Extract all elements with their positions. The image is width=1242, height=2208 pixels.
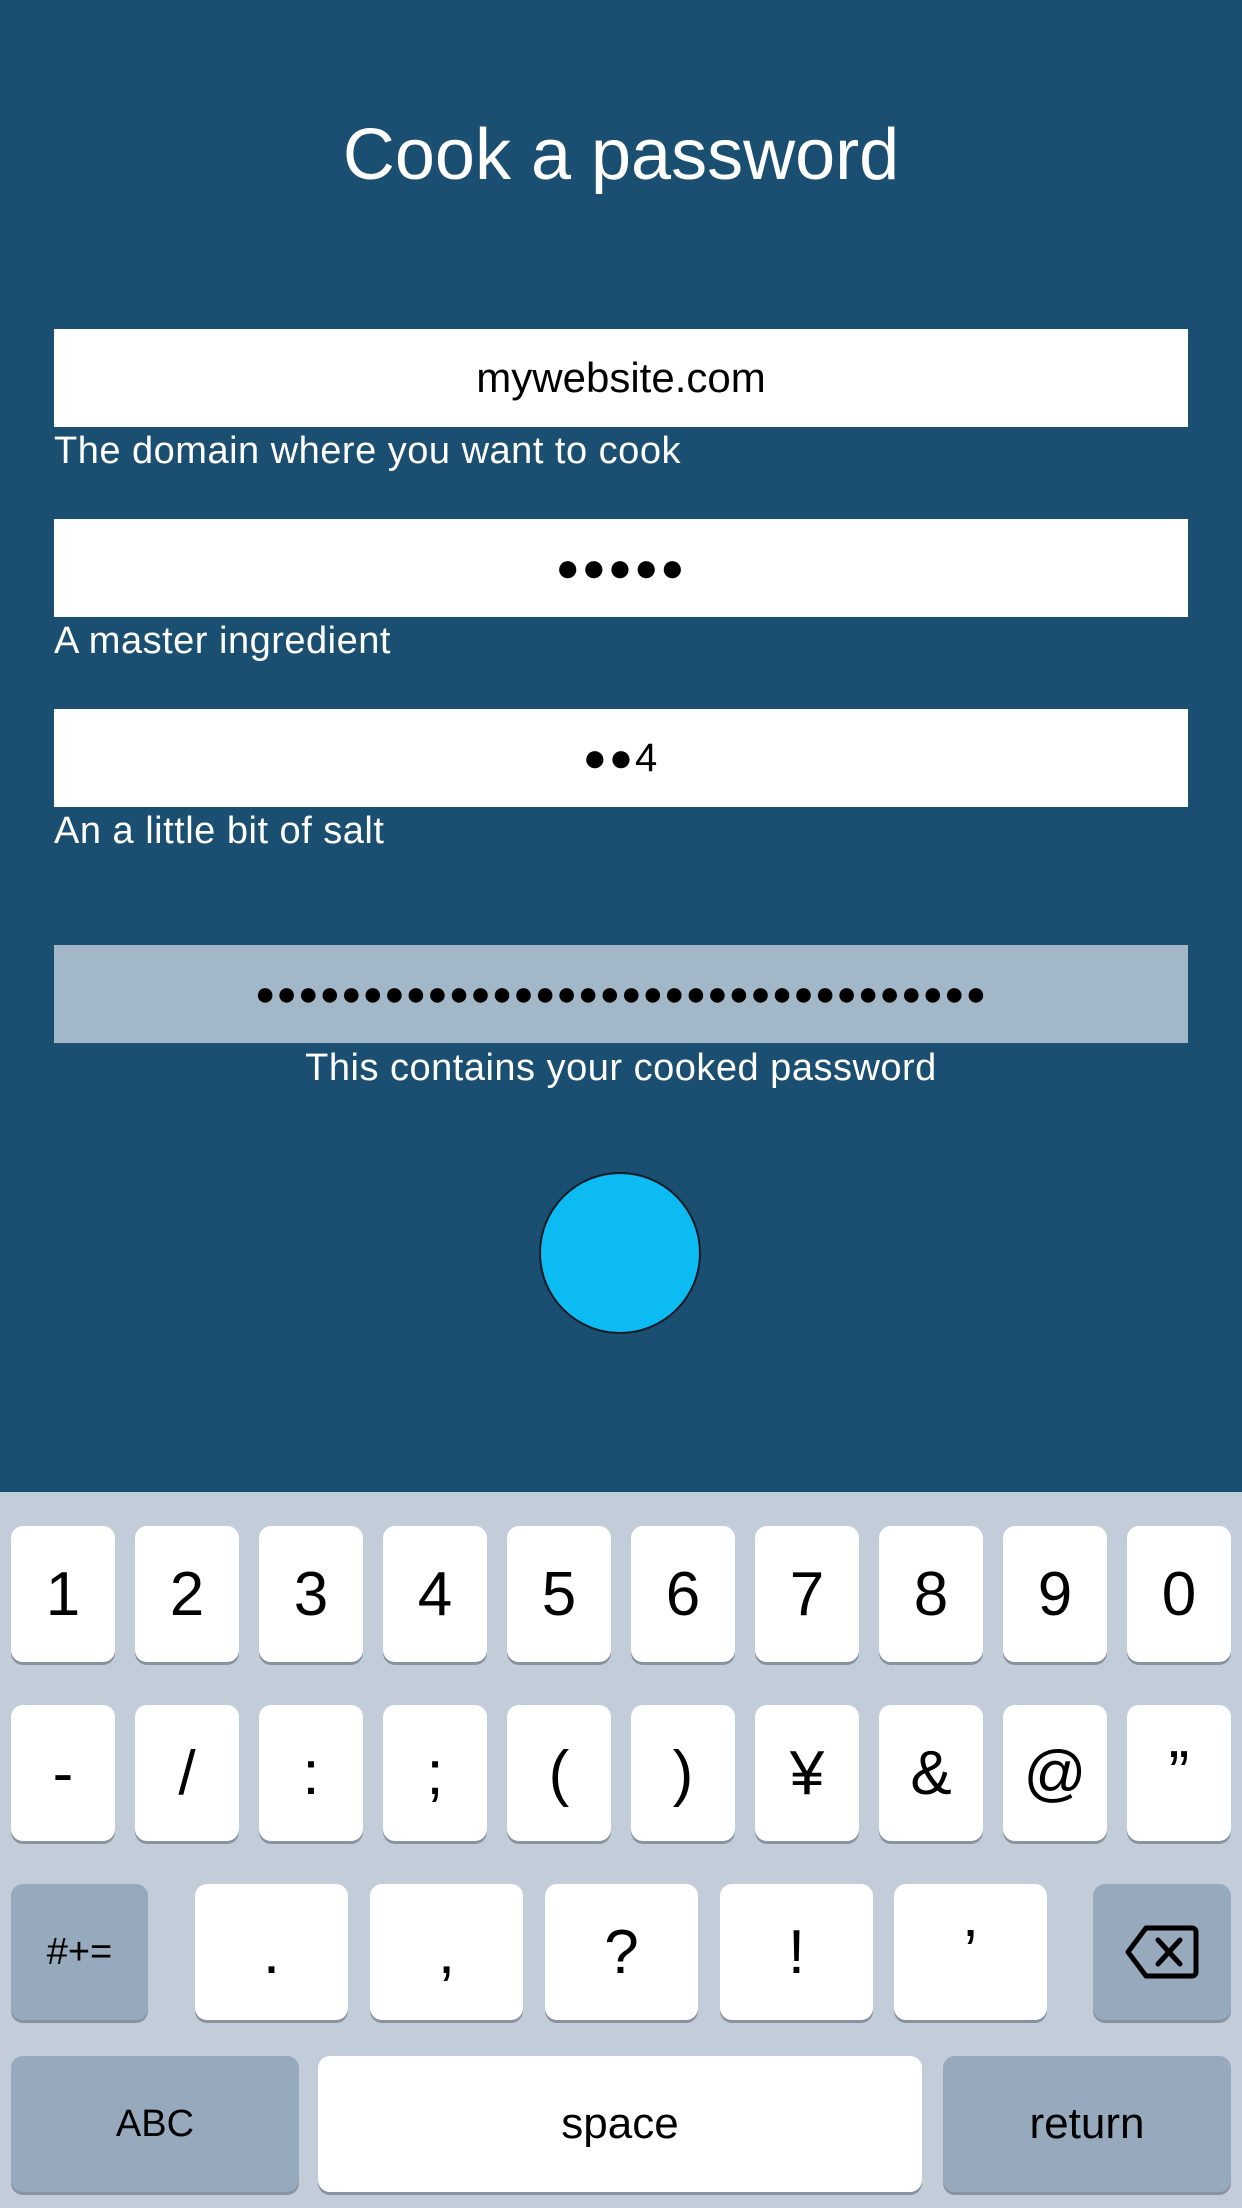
key-comma[interactable]: , (370, 1884, 523, 2020)
key-open-paren[interactable]: ( (507, 1705, 611, 1841)
domain-hint: The domain where you want to cook (54, 430, 681, 472)
key-at[interactable]: @ (1003, 1705, 1107, 1841)
key-4[interactable]: 4 (383, 1526, 487, 1662)
salt-hint: An a little bit of salt (54, 810, 385, 852)
keyboard: 1 2 3 4 5 6 7 8 9 0 - / : ; ( ) ¥ & @ ” … (0, 1492, 1242, 2208)
key-yen[interactable]: ¥ (755, 1705, 859, 1841)
key-quote[interactable]: ” (1127, 1705, 1231, 1841)
key-abc[interactable]: ABC (11, 2056, 299, 2192)
space-key[interactable]: space (318, 2056, 922, 2192)
key-9[interactable]: 9 (1003, 1526, 1107, 1662)
key-period[interactable]: . (195, 1884, 348, 2020)
key-close-paren[interactable]: ) (631, 1705, 735, 1841)
key-6[interactable]: 6 (631, 1526, 735, 1662)
key-colon[interactable]: : (259, 1705, 363, 1841)
key-dash[interactable]: - (11, 1705, 115, 1841)
cooked-password-hint: This contains your cooked password (305, 1047, 937, 1089)
master-ingredient-input[interactable]: ●●●●● (54, 519, 1188, 617)
return-key[interactable]: return (943, 2056, 1231, 2192)
salt-input[interactable]: ●●4 (54, 709, 1188, 807)
domain-input[interactable]: mywebsite.com (54, 329, 1188, 427)
backspace-icon (1124, 1924, 1200, 1980)
key-5[interactable]: 5 (507, 1526, 611, 1662)
key-apostrophe[interactable]: ’ (894, 1884, 1047, 2020)
master-ingredient-hint: A master ingredient (54, 620, 391, 662)
key-7[interactable]: 7 (755, 1526, 859, 1662)
key-slash[interactable]: / (135, 1705, 239, 1841)
cooked-password-field[interactable]: ●●●●●●●●●●●●●●●●●●●●●●●●●●●●●●●●●● (54, 945, 1188, 1043)
key-8[interactable]: 8 (879, 1526, 983, 1662)
key-exclamation[interactable]: ! (720, 1884, 873, 2020)
cook-button[interactable] (539, 1172, 701, 1334)
key-1[interactable]: 1 (11, 1526, 115, 1662)
page-title: Cook a password (342, 115, 900, 195)
key-more-symbols[interactable]: #+= (11, 1884, 148, 2020)
app-screen: Cook a password mywebsite.com The domain… (0, 0, 1242, 1492)
key-3[interactable]: 3 (259, 1526, 363, 1662)
key-semicolon[interactable]: ; (383, 1705, 487, 1841)
key-ampersand[interactable]: & (879, 1705, 983, 1841)
key-0[interactable]: 0 (1127, 1526, 1231, 1662)
key-question[interactable]: ? (545, 1884, 698, 2020)
backspace-key[interactable] (1093, 1884, 1231, 2020)
key-2[interactable]: 2 (135, 1526, 239, 1662)
